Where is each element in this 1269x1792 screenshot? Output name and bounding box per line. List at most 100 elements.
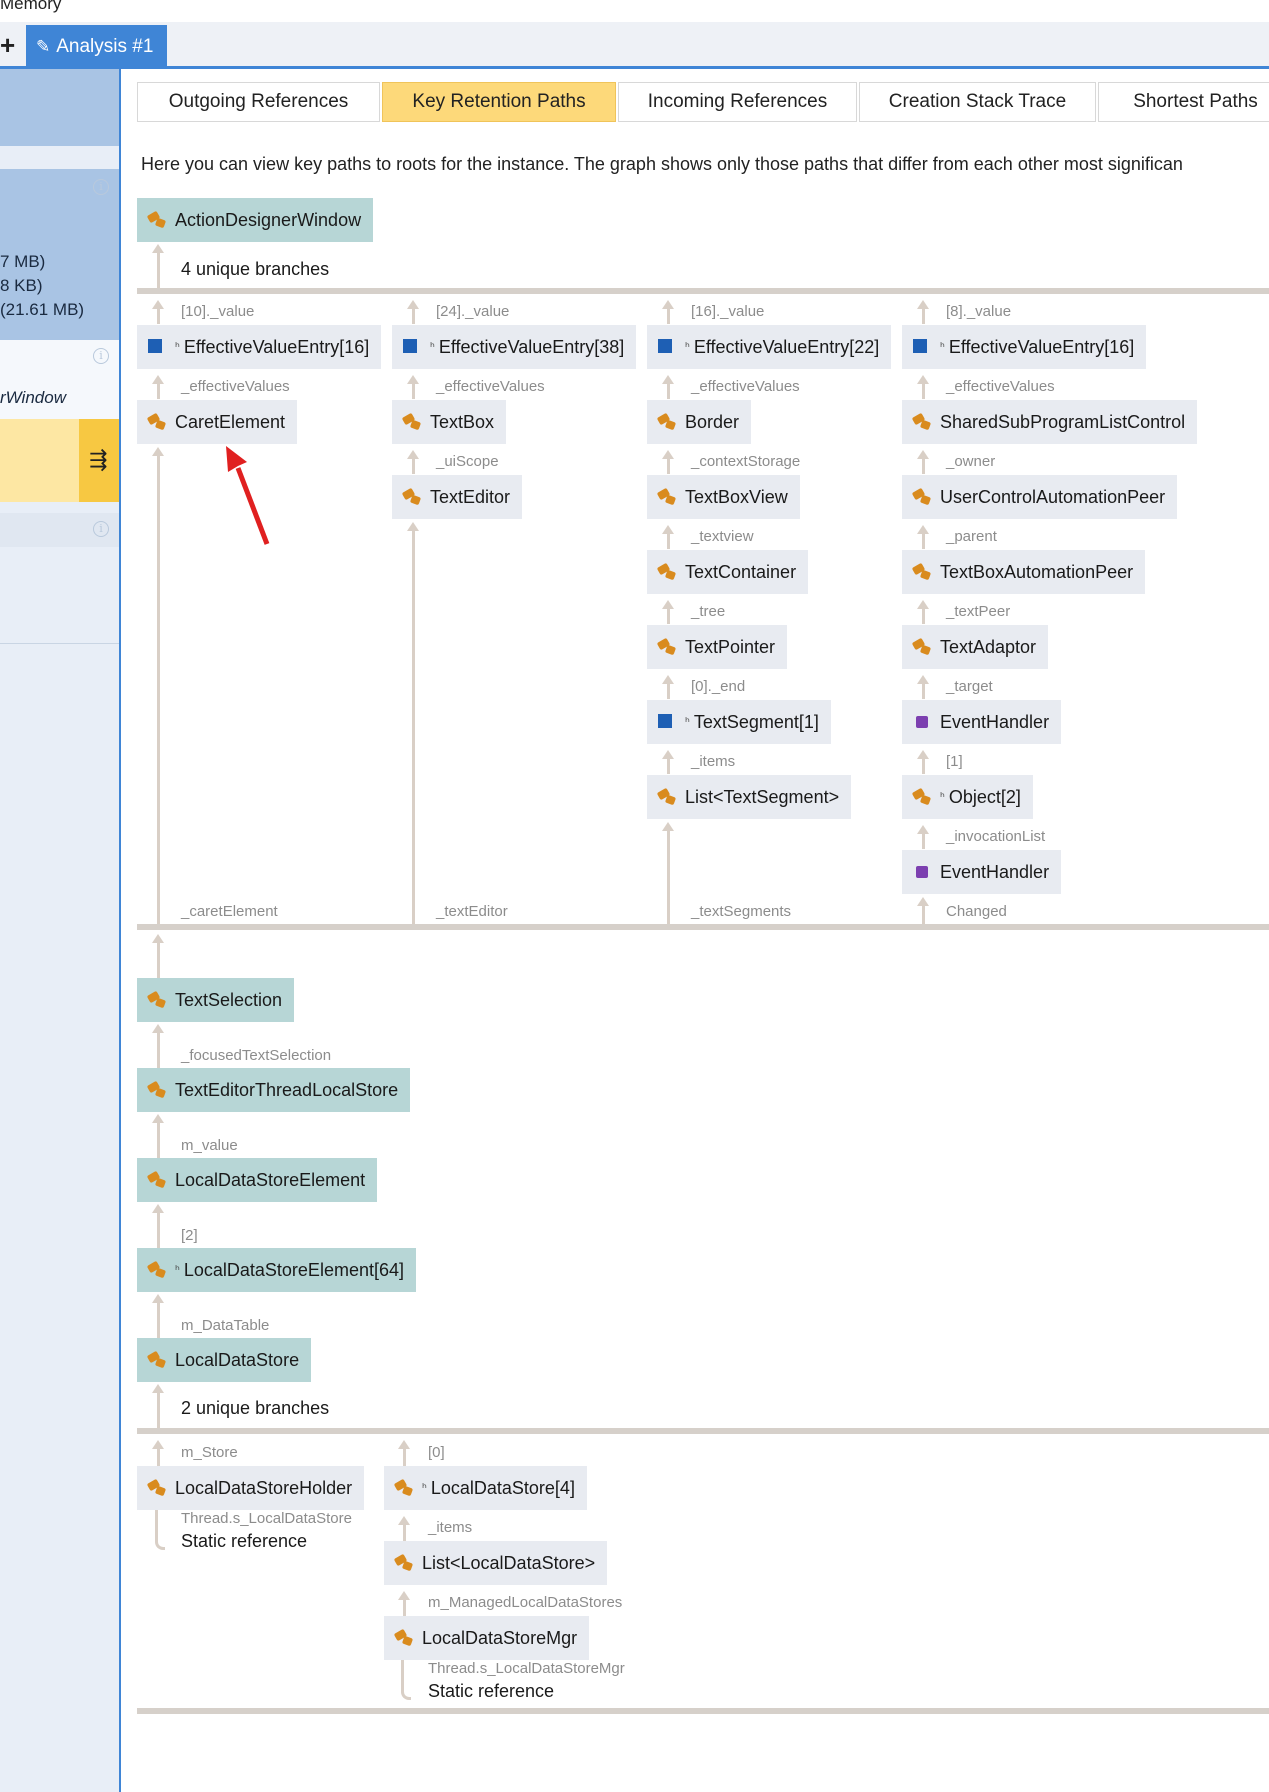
edge-label: _textEditor	[436, 903, 508, 920]
node-label: LocalDataStoreElement[64]	[183, 1259, 404, 1280]
branch-band	[137, 1708, 1269, 1714]
tab-key-retention-paths[interactable]: Key Retention Paths	[382, 82, 616, 122]
left-pane-row[interactable]: i	[0, 513, 119, 547]
class-icon	[402, 412, 424, 432]
graph-node[interactable]: ʰ LocalDataStoreElement[64]	[137, 1248, 416, 1292]
info-icon[interactable]: i	[93, 179, 109, 195]
tab-creation-stack-trace[interactable]: Creation Stack Trace	[859, 82, 1096, 122]
class-icon	[147, 1080, 169, 1100]
edge-line	[157, 1210, 160, 1248]
info-icon[interactable]: i	[93, 521, 109, 537]
class-icon	[394, 1478, 416, 1498]
edge-line	[157, 306, 160, 324]
static-reference-label: Static reference	[428, 1681, 555, 1701]
edge-line	[157, 940, 160, 978]
divider	[0, 643, 119, 644]
node-label: EffectiveValueEntry[38]	[438, 336, 625, 357]
edge-line	[667, 456, 670, 474]
class-icon	[657, 562, 679, 582]
tab-outgoing-references[interactable]: Outgoing References	[137, 82, 380, 122]
graph-node[interactable]: LocalDataStoreMgr	[384, 1616, 590, 1660]
graph-node[interactable]: ʰ EffectiveValueEntry[16]	[902, 325, 1147, 369]
edge-line	[403, 1597, 406, 1616]
add-tab-button[interactable]: +	[0, 32, 15, 58]
pencil-icon: ✎	[36, 36, 51, 56]
graph-node[interactable]: TextBox	[392, 400, 507, 444]
edge-label: _focusedTextSelection	[181, 1047, 332, 1064]
size-text: 8 KB)	[0, 276, 43, 295]
edge-label: m_value	[181, 1137, 238, 1154]
graph-node[interactable]: ʰ EffectiveValueEntry[22]	[647, 325, 892, 369]
class-icon	[912, 637, 934, 657]
edge-line	[667, 606, 670, 624]
analysis-tab[interactable]: ✎ Analysis #1	[26, 25, 167, 68]
class-icon	[912, 562, 934, 582]
graph-node[interactable]: Border	[647, 400, 752, 444]
graph-node[interactable]: List<LocalDataStore>	[384, 1541, 608, 1585]
left-pane-selected-row[interactable]: ⇶	[0, 419, 119, 502]
edge-label: _tree	[691, 603, 726, 620]
graph-node[interactable]: TextEditor	[392, 475, 523, 519]
graph-node[interactable]: ʰ TextSegment[1]	[647, 700, 831, 744]
graph-node[interactable]: LocalDataStoreElement	[137, 1158, 378, 1202]
class-icon	[147, 990, 169, 1010]
edge-label: _effectiveValues	[436, 378, 545, 395]
array-icon	[912, 337, 934, 357]
graph-node[interactable]: List<TextSegment>	[647, 775, 852, 819]
left-pane-header[interactable]	[0, 69, 119, 146]
edge-arrow	[662, 822, 674, 831]
left-pane-block[interactable]: i	[0, 169, 119, 242]
node-label: EffectiveValueEntry[22]	[693, 336, 880, 357]
ref-icon: ʰ	[940, 790, 945, 804]
graph-node[interactable]: TextBoxAutomationPeer	[902, 550, 1146, 594]
graph-node[interactable]: ʰ Object[2]	[902, 775, 1033, 819]
class-icon	[657, 412, 679, 432]
edge-label: _effectiveValues	[946, 378, 1055, 395]
edge-line	[155, 1510, 165, 1550]
edge-label: [16]._value	[691, 303, 765, 320]
node-label: TextEditorThreadLocalStore	[175, 1079, 399, 1100]
graph-node[interactable]: EventHandler	[902, 850, 1062, 894]
class-icon	[402, 487, 424, 507]
branch-count: 2 unique branches	[181, 1398, 330, 1418]
graph-node[interactable]: EventHandler	[902, 700, 1062, 744]
graph-node[interactable]: TextPointer	[647, 625, 788, 669]
edge-line	[403, 1522, 406, 1541]
graph-node[interactable]: TextContainer	[647, 550, 809, 594]
ref-icon: ʰ	[685, 715, 690, 729]
edge-label: _effectiveValues	[181, 378, 290, 395]
graph-node[interactable]: LocalDataStoreHolder	[137, 1466, 365, 1510]
size-text: (21.61 MB)	[0, 300, 85, 319]
edge-label: Thread.s_LocalDataStoreMgr	[428, 1660, 625, 1677]
edge-line	[922, 905, 925, 924]
edge-line	[667, 756, 670, 774]
class-icon	[912, 487, 934, 507]
graph-node[interactable]: ʰ EffectiveValueEntry[16]	[137, 325, 382, 369]
graph-node[interactable]: TextEditorThreadLocalStore	[137, 1068, 411, 1112]
node-label: CaretElement	[175, 411, 286, 432]
edge-label: _invocationList	[946, 828, 1046, 845]
graph-node[interactable]: ActionDesignerWindow	[137, 198, 374, 242]
graph-node[interactable]: TextBoxView	[647, 475, 800, 519]
graph-node[interactable]: TextAdaptor	[902, 625, 1049, 669]
graph-node[interactable]: TextSelection	[137, 978, 295, 1022]
edge-line	[412, 381, 415, 399]
node-label: TextBoxAutomationPeer	[940, 561, 1134, 582]
tab-shortest-paths[interactable]: Shortest Paths	[1098, 82, 1269, 122]
graph-node[interactable]: SharedSubProgramListControl	[902, 400, 1198, 444]
edge-line	[157, 252, 160, 288]
tab-incoming-references[interactable]: Incoming References	[618, 82, 857, 122]
edge-label: [0]._end	[691, 678, 746, 695]
node-label: TextBoxView	[685, 486, 788, 507]
graph-node[interactable]: CaretElement	[137, 400, 298, 444]
edge-label: _textview	[691, 528, 754, 545]
node-label: List<TextSegment>	[685, 786, 840, 807]
graph-view-button[interactable]: ⇶	[79, 419, 119, 502]
class-icon	[394, 1628, 416, 1648]
info-icon[interactable]: i	[93, 348, 109, 364]
graph-node[interactable]: UserControlAutomationPeer	[902, 475, 1178, 519]
graph-node[interactable]: ʰ EffectiveValueEntry[38]	[392, 325, 637, 369]
edge-line	[403, 1446, 406, 1466]
graph-node[interactable]: LocalDataStore	[137, 1338, 312, 1382]
graph-node[interactable]: ʰ LocalDataStore[4]	[384, 1466, 587, 1510]
